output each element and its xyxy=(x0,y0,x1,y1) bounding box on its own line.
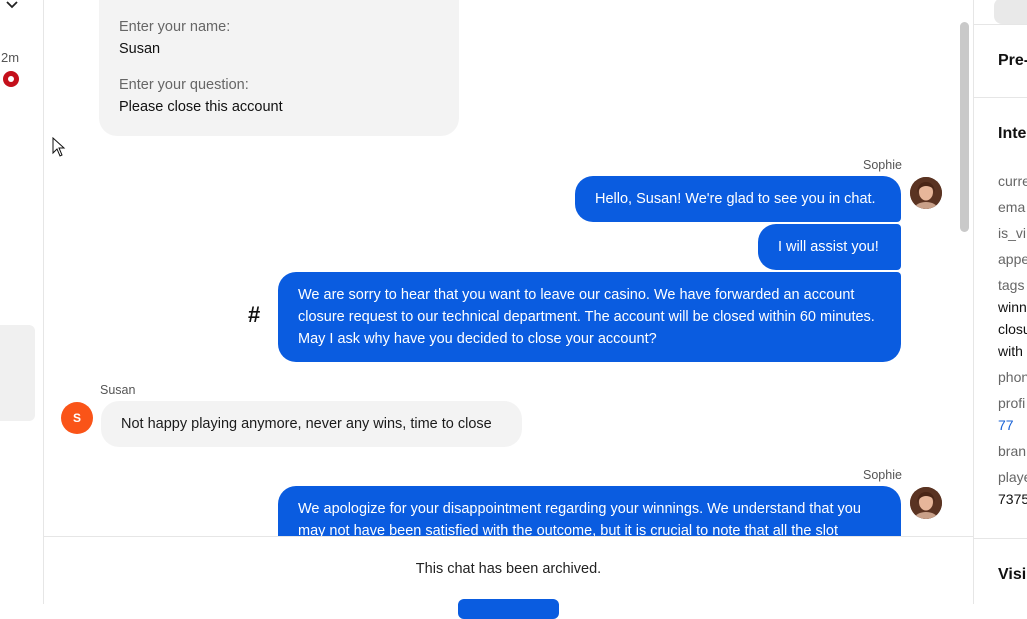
agent-avatar xyxy=(910,177,942,209)
field-value: 7375 xyxy=(998,491,1027,507)
hash-icon[interactable]: # xyxy=(248,302,260,328)
question-label: Enter your question: xyxy=(119,77,249,93)
visitor-message-bubble: Not happy playing anymore, never any win… xyxy=(101,401,522,447)
message-text: Not happy playing anymore, never any win… xyxy=(121,416,492,432)
agent-message-bubble: We are sorry to hear that you want to le… xyxy=(278,272,901,362)
divider xyxy=(974,24,1027,25)
message-text: Hello, Susan! We're glad to see you in c… xyxy=(595,191,876,207)
divider xyxy=(974,538,1027,539)
agent-message-bubble: Hello, Susan! We're glad to see you in c… xyxy=(575,176,901,222)
name-value: Susan xyxy=(119,41,161,57)
message-text: I will assist you! xyxy=(778,239,879,255)
field-key: appe xyxy=(998,251,1027,267)
field-key: profi xyxy=(998,395,1026,411)
profile-link[interactable]: 77 xyxy=(998,417,1014,433)
message-text: We are sorry to hear that you want to le… xyxy=(298,287,875,347)
visitor-avatar: S xyxy=(61,402,93,434)
field-key: phon xyxy=(998,369,1027,385)
field-key: curre xyxy=(998,173,1027,189)
panel-top-icon[interactable] xyxy=(994,0,1027,24)
name-label: Enter your name: xyxy=(119,19,231,35)
details-panel: Pre- Inte curre ema is_vi appe tags winn… xyxy=(973,0,1027,604)
status-dot-icon xyxy=(3,71,19,87)
field-key: is_vi xyxy=(998,225,1027,241)
agent-message-bubble: I will assist you! xyxy=(758,224,901,270)
panel-toggle-tab[interactable] xyxy=(0,325,35,421)
divider xyxy=(974,97,1027,98)
field-value: winn xyxy=(998,299,1027,315)
field-key: tags xyxy=(998,277,1025,293)
conversation-list-strip: 2m xyxy=(0,0,44,604)
agent-avatar-icon xyxy=(910,487,942,519)
section-heading-integrations[interactable]: Inte xyxy=(998,125,1026,143)
message-author: Susan xyxy=(100,383,136,397)
footer-action-button[interactable] xyxy=(458,599,559,619)
question-value: Please close this account xyxy=(119,99,283,115)
field-value: closu xyxy=(998,321,1027,337)
chat-scrollbar[interactable] xyxy=(960,22,969,232)
chat-transcript[interactable]: Enter your name: Susan Enter your questi… xyxy=(44,0,973,536)
agent-message-bubble: We apologize for your disappointment reg… xyxy=(278,486,901,536)
agent-avatar-icon xyxy=(910,177,942,209)
message-text: We apologize for your disappointment reg… xyxy=(298,501,861,536)
section-heading-visitor[interactable]: Visi xyxy=(998,566,1026,584)
mouse-cursor-icon xyxy=(52,136,66,157)
field-key: ema xyxy=(998,199,1026,215)
message-author: Sophie xyxy=(863,158,902,172)
prechat-form-card: Enter your name: Susan Enter your questi… xyxy=(99,0,459,136)
message-author: Sophie xyxy=(863,468,902,482)
time-ago-label: 2m xyxy=(1,50,20,65)
section-heading-prechat[interactable]: Pre- xyxy=(998,52,1027,70)
field-key: playe xyxy=(998,469,1027,485)
field-key: bran xyxy=(998,443,1027,459)
field-value: with xyxy=(998,343,1023,359)
chevron-down-icon[interactable] xyxy=(5,0,19,12)
chat-footer: This chat has been archived. xyxy=(44,536,973,619)
agent-avatar xyxy=(910,487,942,519)
archived-notice: This chat has been archived. xyxy=(415,561,602,577)
